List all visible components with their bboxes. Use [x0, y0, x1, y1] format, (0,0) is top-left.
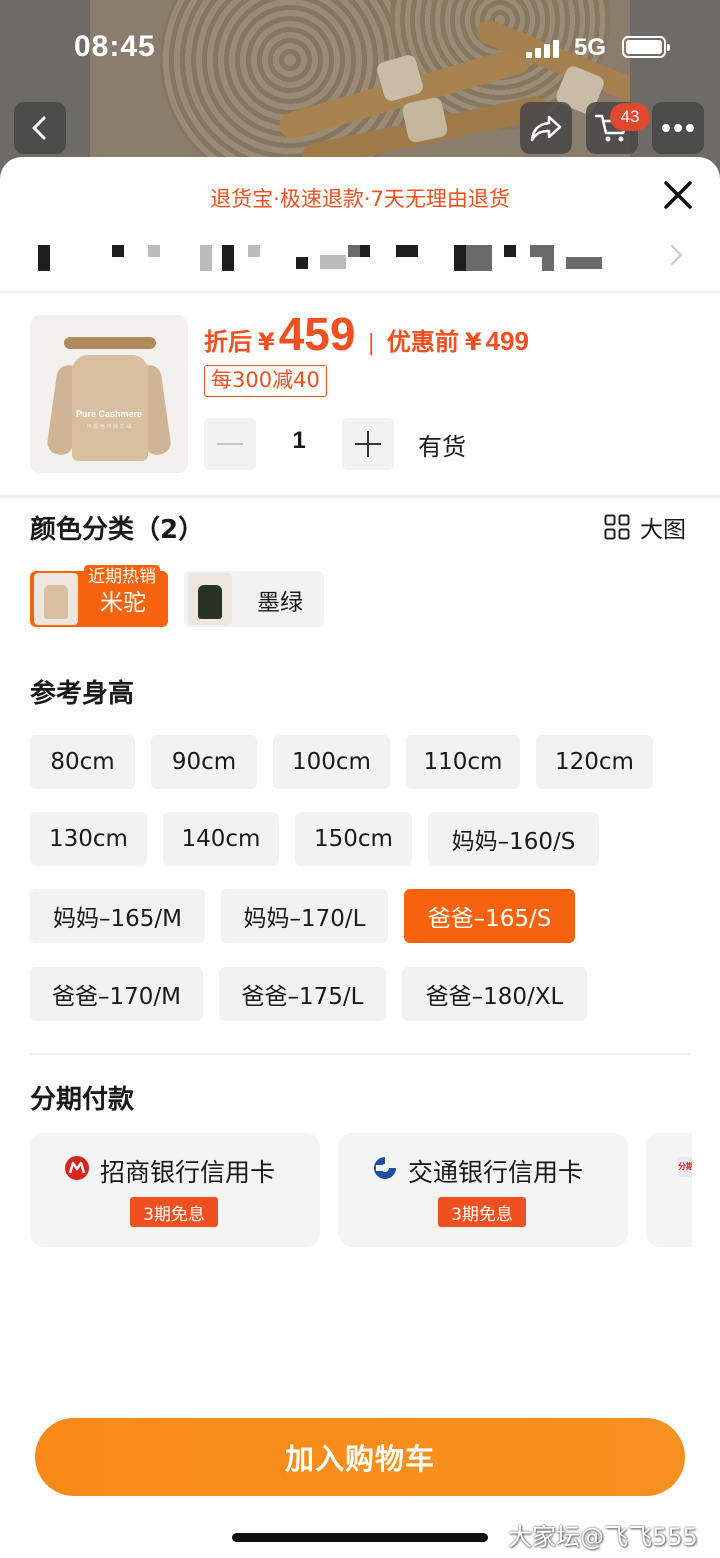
plus-icon [355, 431, 381, 457]
add-to-cart-button[interactable]: 加入购物车 [35, 1418, 685, 1496]
price-separator: | [367, 331, 375, 356]
price-row: 折后 ¥ 459 | 优惠前 ¥ 499 [204, 307, 529, 363]
size-option[interactable]: 140cm [163, 812, 279, 866]
installment-card-cmb[interactable]: 招商银行信用卡 3期免息 [30, 1133, 320, 1247]
cart-count-badge: 43 [610, 103, 650, 131]
bank-name: 交通银行信用卡 [408, 1158, 584, 1187]
chevron-right-icon[interactable] [664, 241, 688, 269]
color-option-label: 墨绿 [257, 590, 303, 616]
return-policy-banner: 退货宝·极速退款·7天无理由退货 [210, 187, 510, 211]
bank-name: 招商银行信用卡 [100, 1158, 276, 1187]
divider [0, 291, 720, 293]
back-button[interactable] [14, 102, 66, 154]
divider [30, 1053, 690, 1055]
size-option[interactable]: 爸爸–175/L [219, 967, 386, 1021]
color-swatch-image [188, 573, 232, 625]
back-arrow-icon [32, 116, 46, 140]
share-icon [530, 115, 562, 142]
cmb-bank-icon [65, 1156, 89, 1180]
size-option[interactable]: 妈妈–170/L [221, 889, 388, 943]
status-bar: 08:45 5G [0, 0, 720, 96]
size-option[interactable]: 妈妈–160/S [428, 812, 599, 866]
discount-price-value: 459 [278, 308, 356, 360]
quantity-increase-button[interactable] [342, 418, 394, 470]
minus-icon [217, 443, 243, 445]
sku-selection-sheet: 退货宝·极速退款·7天无理由退货 Pure Cashmere 可 颜 色 可 纯… [0, 157, 720, 1558]
watermark-text: 大家坛@飞飞555 [508, 1523, 698, 1551]
installment-logo-icon: 分期 [678, 1157, 692, 1177]
color-swatch-image [34, 573, 78, 625]
quantity-value[interactable]: 1 [258, 427, 340, 455]
size-option[interactable]: 130cm [30, 812, 147, 866]
size-option[interactable]: 80cm [30, 735, 135, 789]
installment-card-bocom[interactable]: 交通银行信用卡 3期免息 [338, 1133, 628, 1247]
discount-price-label: 折后 [204, 328, 252, 356]
size-option[interactable]: 爸爸–170/M [30, 967, 203, 1021]
more-button[interactable] [652, 102, 704, 154]
signal-icon [526, 38, 562, 58]
color-option-green[interactable]: 墨绿 [184, 571, 324, 627]
network-type: 5G [574, 34, 607, 61]
battery-icon [622, 36, 670, 58]
status-time: 08:45 [74, 30, 156, 63]
redacted-address-row[interactable] [30, 241, 690, 277]
installment-card-partial[interactable]: 分期 [646, 1133, 692, 1247]
size-option[interactable]: 90cm [151, 735, 257, 789]
color-option-label: 米驼 [100, 590, 146, 616]
color-option-beige[interactable]: 近期热销 米驼 [30, 565, 168, 627]
interest-free-tag: 3期免息 [438, 1197, 526, 1227]
currency-symbol: ¥ [258, 328, 275, 356]
original-price-label: 优惠前 [386, 328, 459, 356]
original-price-value: 499 [485, 326, 529, 356]
thumbnail-brand-text: Pure Cashmere [75, 409, 143, 419]
big-image-toggle[interactable]: 大图 [604, 511, 686, 543]
big-image-label: 大图 [640, 517, 686, 543]
interest-free-tag: 3期免息 [130, 1197, 218, 1227]
size-option[interactable]: 爸爸–180/XL [402, 967, 587, 1021]
size-option-selected[interactable]: 爸爸–165/S [404, 889, 575, 943]
color-section-title: 颜色分类（2） [30, 515, 205, 545]
product-thumbnail[interactable]: Pure Cashmere 可 颜 色 可 纯 羊 绒 [30, 315, 188, 473]
home-indicator[interactable] [232, 1533, 488, 1542]
currency-symbol: ¥ [464, 328, 482, 356]
share-button[interactable] [520, 102, 572, 154]
close-icon [664, 181, 692, 209]
quantity-decrease-button[interactable] [204, 418, 256, 470]
more-icon [662, 124, 694, 132]
size-option[interactable]: 100cm [273, 735, 390, 789]
coupon-badge: 每300减40 [204, 365, 327, 397]
size-option[interactable]: 110cm [406, 735, 520, 789]
close-button[interactable] [656, 173, 700, 217]
size-section-title: 参考身高 [30, 679, 135, 709]
size-option[interactable]: 妈妈–165/M [30, 889, 205, 943]
bocom-bank-icon [374, 1157, 396, 1179]
stock-status: 有货 [418, 433, 466, 461]
grid-icon [604, 514, 630, 540]
installment-section-title: 分期付款 [30, 1085, 135, 1115]
size-option[interactable]: 150cm [295, 812, 412, 866]
divider [0, 495, 720, 498]
size-option[interactable]: 120cm [536, 735, 653, 789]
thumbnail-sub-text: 可 颜 色 可 纯 羊 绒 [86, 424, 132, 430]
